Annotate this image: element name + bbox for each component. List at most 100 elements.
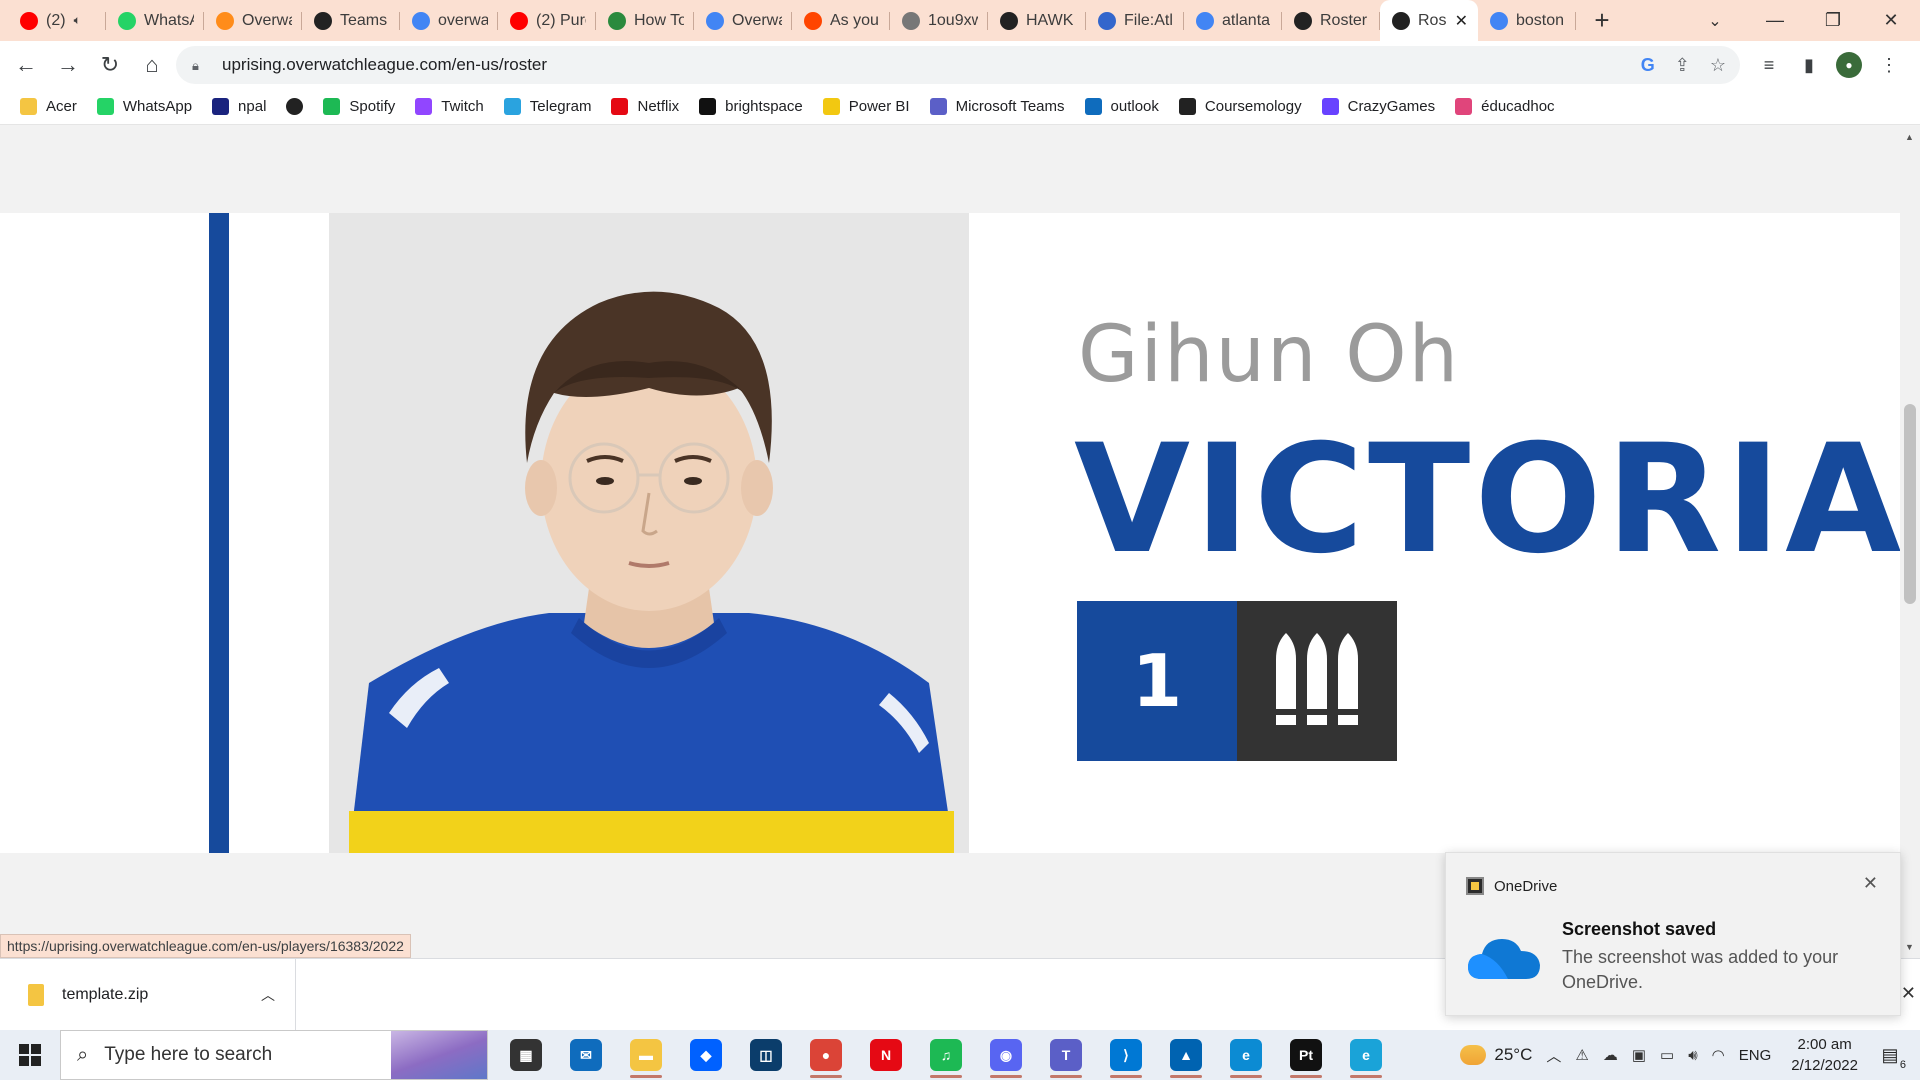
browser-tab[interactable]: overwa	[400, 0, 498, 41]
tab-title[interactable]: (2)	[46, 12, 66, 30]
onedrive-notification[interactable]: OneDrive ✕ Screenshot saved The screensh…	[1445, 852, 1901, 1016]
back-button[interactable]: ←	[6, 45, 46, 85]
tab-title[interactable]: overwa	[438, 12, 488, 30]
forward-button[interactable]: →	[48, 45, 88, 85]
browser-tab[interactable]: Teams	[302, 0, 400, 41]
minimize-button[interactable]: —	[1746, 0, 1804, 41]
tab-title[interactable]: 1ou9xw	[928, 12, 978, 30]
taskbar-app-edge-dev[interactable]: e	[1336, 1030, 1396, 1080]
tab-title[interactable]: Ros	[1418, 12, 1446, 30]
taskbar-app-chrome[interactable]: ●	[796, 1030, 856, 1080]
tab-title[interactable]: (2) Pure	[536, 12, 586, 30]
action-center-button[interactable]: ▤ 6	[1872, 1037, 1908, 1073]
clock[interactable]: 2:00 am 2/12/2022	[1791, 1034, 1858, 1076]
address-bar[interactable]: 🔒︎ uprising.overwatchleague.com/en-us/ro…	[176, 46, 1740, 84]
browser-tab[interactable]: HAWK	[988, 0, 1086, 41]
browser-tab[interactable]: boston	[1478, 0, 1576, 41]
tab-title[interactable]: HAWK	[1026, 12, 1073, 30]
download-file-name[interactable]: template.zip	[62, 986, 148, 1004]
bookmark-item[interactable]: Telegram	[503, 98, 591, 115]
bookmark-label[interactable]: Spotify	[349, 98, 395, 115]
lock-icon[interactable]: 🔒︎	[192, 58, 206, 73]
side-panel-icon[interactable]: ▮	[1796, 52, 1822, 78]
taskbar-app-spotify[interactable]: ♫	[916, 1030, 976, 1080]
bookmark-item[interactable]: WhatsApp	[96, 98, 192, 115]
taskbar-app-vscode[interactable]: ⟩	[1096, 1030, 1156, 1080]
close-notification-icon[interactable]: ✕	[1863, 873, 1878, 894]
close-window-button[interactable]: ✕	[1862, 0, 1920, 41]
download-item[interactable]: template.zip ︿	[20, 959, 296, 1031]
tab-title[interactable]: As you	[830, 12, 879, 30]
tab-title[interactable]: atlanta	[1222, 12, 1270, 30]
browser-tab[interactable]: atlanta	[1184, 0, 1282, 41]
bookmark-item[interactable]: brightspace	[699, 98, 803, 115]
close-shelf-icon[interactable]: ✕	[1901, 983, 1916, 1004]
meet-now-icon[interactable]: ▣	[1632, 1046, 1646, 1064]
bookmark-item[interactable]: CrazyGames	[1321, 98, 1435, 115]
home-button[interactable]: ⌂	[132, 45, 172, 85]
bookmark-item[interactable]: Spotify	[323, 98, 395, 115]
browser-tab[interactable]: Ros ✕	[1380, 0, 1478, 41]
browser-tab[interactable]: Overwa	[204, 0, 302, 41]
bookmark-item[interactable]: outlook	[1084, 98, 1159, 115]
tab-title[interactable]: WhatsA	[144, 12, 194, 30]
tab-search-icon[interactable]: ⌄	[1695, 0, 1735, 41]
scroll-down-arrow-icon[interactable]: ▼	[1905, 942, 1914, 952]
bookmark-star-icon[interactable]: ☆	[1710, 55, 1726, 76]
bookmark-item[interactable]: Power BI	[822, 98, 910, 115]
bookmark-item[interactable]: Acer	[20, 98, 77, 115]
weather-widget[interactable]: 25°C	[1460, 1045, 1532, 1065]
page-scrollbar[interactable]: ▲ ▼	[1900, 126, 1920, 958]
bookmark-item[interactable]: Netflix	[611, 98, 679, 115]
onedrive-tray-icon[interactable]: ☁	[1603, 1046, 1618, 1064]
taskbar-app-photos[interactable]: ▲	[1156, 1030, 1216, 1080]
bookmark-label[interactable]: Acer	[46, 98, 77, 115]
browser-tab[interactable]: File:Atl	[1086, 0, 1184, 41]
media-control-icon[interactable]: ≡	[1756, 52, 1782, 78]
google-lens-icon[interactable]: G	[1641, 55, 1655, 76]
browser-tab[interactable]: 1ou9xw	[890, 0, 988, 41]
share-icon[interactable]: ⇪	[1675, 55, 1690, 76]
volume-icon[interactable]: 🔊︎	[1688, 1047, 1697, 1064]
tab-title[interactable]: Overwa	[242, 12, 292, 30]
tab-title[interactable]: boston	[1516, 12, 1564, 30]
bookmark-item[interactable]: Microsoft Teams	[929, 98, 1065, 115]
bookmark-label[interactable]: brightspace	[725, 98, 803, 115]
taskbar-app-pycharm[interactable]: Pt	[1276, 1030, 1336, 1080]
restore-button[interactable]: ❐	[1804, 0, 1862, 41]
bookmark-label[interactable]: éducadhoc	[1481, 98, 1554, 115]
taskbar-app-discord[interactable]: ◉	[976, 1030, 1036, 1080]
menu-kebab-icon[interactable]: ⋮	[1876, 52, 1902, 78]
new-tab-button[interactable]: +	[1582, 0, 1622, 41]
scrollbar-thumb[interactable]	[1904, 404, 1916, 604]
close-tab-icon[interactable]: ✕	[1455, 11, 1468, 31]
browser-tab[interactable]: (2) 🔈︎	[8, 0, 106, 41]
taskbar-app-mail[interactable]: ✉	[556, 1030, 616, 1080]
start-button[interactable]	[0, 1030, 60, 1080]
taskbar-search-placeholder[interactable]: Type here to search	[104, 1044, 272, 1066]
tab-title[interactable]: Overwa	[732, 12, 782, 30]
bookmark-label[interactable]: npal	[238, 98, 266, 115]
bookmark-label[interactable]: Microsoft Teams	[956, 98, 1065, 115]
tab-title[interactable]: File:Atl	[1124, 12, 1173, 30]
language-indicator[interactable]: ENG	[1739, 1047, 1772, 1064]
bookmark-item[interactable]: Coursemology	[1178, 98, 1302, 115]
url-text[interactable]: uprising.overwatchleague.com/en-us/roste…	[222, 55, 547, 75]
taskbar-app-netflix[interactable]: N	[856, 1030, 916, 1080]
bookmark-label[interactable]: Power BI	[849, 98, 910, 115]
taskbar-app-file-explorer[interactable]: ▬	[616, 1030, 676, 1080]
bookmark-item[interactable]: npal	[212, 98, 266, 115]
taskbar-app-task-view[interactable]: ▦	[496, 1030, 556, 1080]
tab-title[interactable]: Roster	[1320, 12, 1367, 30]
taskbar-app-overwatch-launcher[interactable]: ◫	[736, 1030, 796, 1080]
reload-button[interactable]: ↻	[90, 45, 130, 85]
tab-title[interactable]: Teams	[340, 12, 387, 30]
network-warning-icon[interactable]: ⚠	[1575, 1046, 1588, 1064]
taskbar-search-box[interactable]: ⌕ Type here to search	[60, 1030, 488, 1080]
bookmark-item[interactable]: éducadhoc	[1455, 98, 1555, 115]
browser-tab[interactable]: WhatsA	[106, 0, 204, 41]
bookmark-label[interactable]: Netflix	[637, 98, 679, 115]
browser-tab[interactable]: Roster	[1282, 0, 1380, 41]
scroll-up-arrow-icon[interactable]: ▲	[1905, 132, 1914, 142]
wifi-icon[interactable]: ◠	[1712, 1046, 1725, 1064]
